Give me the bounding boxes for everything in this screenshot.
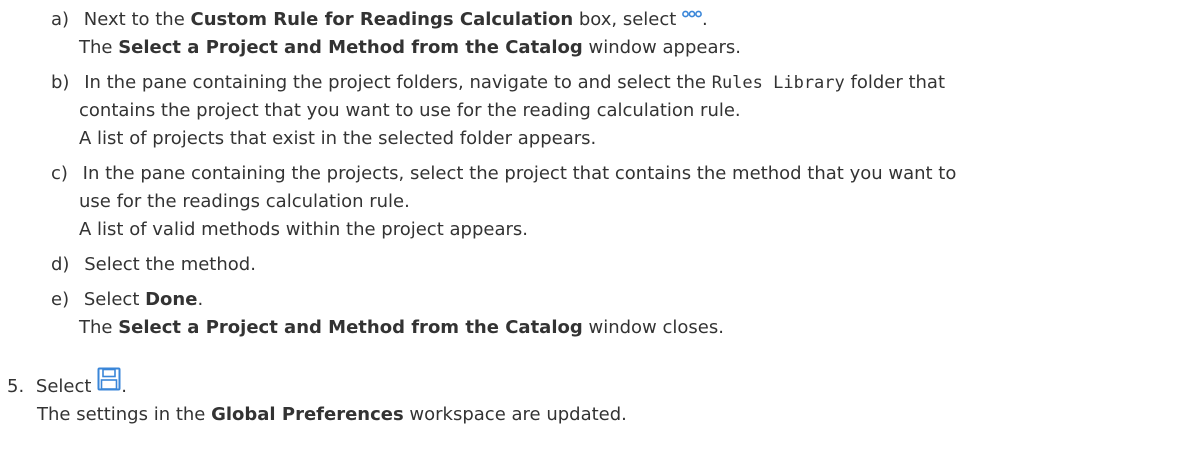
step-e-line: e) Select Done. (51, 288, 203, 312)
step-b-text: In the pane containing the project folde… (84, 72, 712, 93)
step-c-line2: use for the readings calculation rule. (79, 191, 410, 212)
window-name-2: Select a Project and Method from the Cat… (118, 317, 583, 338)
step-c-text: In the pane containing the projects, sel… (82, 163, 957, 184)
step-5-text: Select (35, 376, 98, 397)
done-label: Done (145, 289, 198, 310)
window-name: Select a Project and Method from the Cat… (118, 37, 583, 58)
step-b-marker: b) (51, 72, 70, 93)
step-a-text-2: box, select (573, 9, 683, 30)
step-e-marker: e) (51, 289, 70, 310)
step-5-result-post: workspace are updated. (403, 404, 627, 425)
step-b-line1: b) In the pane containing the project fo… (51, 71, 945, 95)
step-e-period: . (197, 289, 204, 310)
step-e-result-post: window closes. (582, 317, 724, 338)
ellipsis-icon (682, 2, 702, 26)
step-a-line1: a) Next to the Custom Rule for Readings … (51, 8, 708, 32)
step-e-result-pre: The (79, 317, 119, 338)
step-a-result-post: window appears. (582, 37, 741, 58)
step-a-text: Next to the (83, 9, 191, 30)
step-b-result: A list of projects that exist in the sel… (79, 128, 597, 149)
step-a-marker: a) (51, 9, 70, 30)
step-e-result: The Select a Project and Method from the… (79, 316, 724, 340)
step-c-marker: c) (51, 163, 68, 184)
step-d-line: d) Select the method. (51, 253, 256, 277)
step-e-text: Select (83, 289, 146, 310)
step-5-result: The settings in the Global Preferences w… (37, 403, 627, 427)
rules-library-code: Rules Library (711, 73, 845, 93)
step-5-period: . (121, 376, 127, 397)
step-c-result: A list of valid methods within the proje… (79, 219, 528, 240)
global-preferences-label: Global Preferences (211, 404, 404, 425)
step-c-line1: c) In the pane containing the projects, … (51, 162, 956, 186)
step-d-marker: d) (51, 254, 70, 275)
save-icon (97, 367, 121, 398)
step-a-result-pre: The (79, 37, 119, 58)
step-b-line2: contains the project that you want to us… (79, 100, 741, 121)
custom-rule-label: Custom Rule for Readings Calculation (190, 9, 574, 30)
step-5-result-pre: The settings in the (37, 404, 212, 425)
step-a-result: The Select a Project and Method from the… (79, 36, 741, 60)
step-5-marker: 5. (7, 376, 25, 397)
step-5-line: 5. Select . (7, 367, 127, 399)
step-d-text: Select the method. (84, 254, 256, 275)
step-a-period: . (702, 9, 708, 30)
step-b-text-2: folder that (844, 72, 946, 93)
